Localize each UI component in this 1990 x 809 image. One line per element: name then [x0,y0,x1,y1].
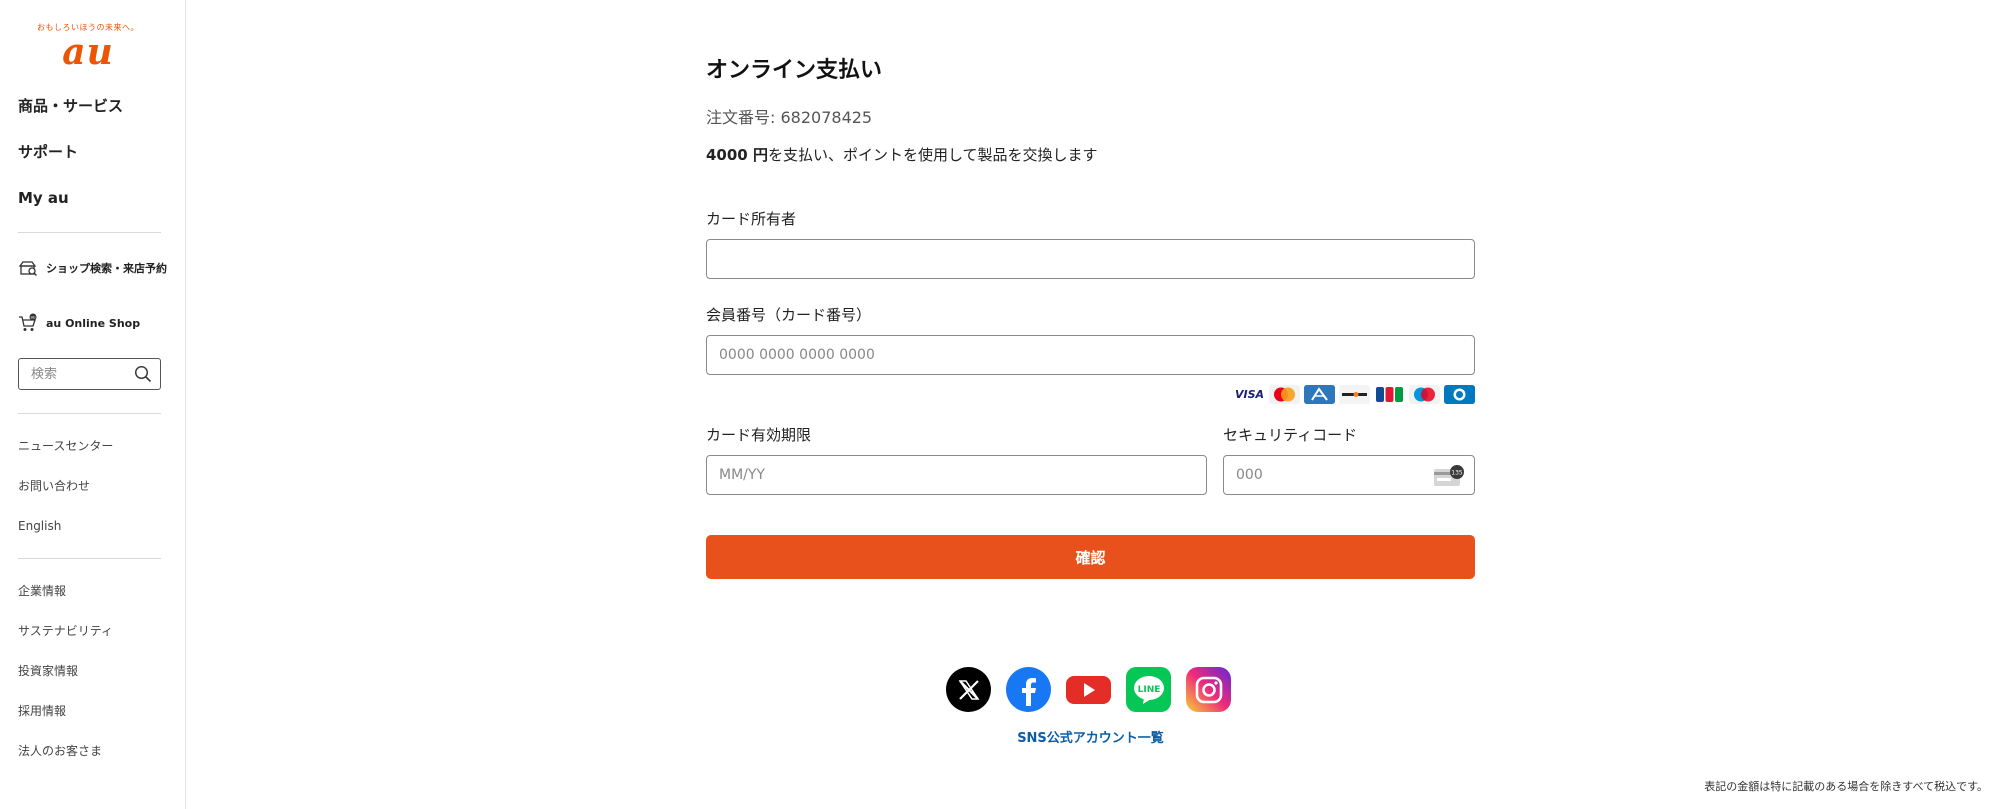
payment-amount: 4000 円 [706,146,768,164]
sidebar-divider [18,413,161,414]
nav-item-my-au[interactable]: My au [18,186,161,232]
youtube-icon[interactable] [1066,667,1111,712]
sidebar-search [18,358,161,390]
nav-item-products[interactable]: 商品・サービス [18,94,161,140]
sidebar: おもしろいほうの未来へ。 au 商品・サービス サポート My au ショップ検… [0,0,186,809]
page-title: オンライン支払い [706,58,883,83]
expiry-label: カード有効期限 [706,426,812,444]
order-number: 注文番号: 682078425 [706,104,872,128]
search-icon[interactable] [134,365,152,383]
order-label: 注文番号: [706,108,781,127]
main-nav: 商品・サービス サポート My au [18,94,161,232]
maestro-icon [1409,385,1440,404]
link-english[interactable]: English [18,518,168,558]
link-company-info[interactable]: 企業情報 [18,583,168,623]
card-holder-field [706,239,1475,279]
search-input[interactable] [31,366,129,382]
card-number-field [706,335,1475,375]
cvc-card-icon: 135 [1434,465,1464,486]
facebook-icon[interactable] [1006,667,1051,712]
shop-search-link[interactable]: ショップ検索・来店予約 [18,258,168,278]
link-business[interactable]: 法人のお客さま [18,743,168,783]
expiry-input[interactable] [707,456,1206,494]
diners-club-icon [1444,385,1475,404]
sidebar-divider [18,232,161,233]
sidebar-divider [18,558,161,559]
cvc-icon-text: 135 [1451,469,1463,476]
payment-desc-text: を支払い、ポイントを使用して製品を交換します [767,146,1098,164]
jcb-icon [1374,385,1405,404]
link-investors[interactable]: 投資家情報 [18,663,168,703]
card-holder-label: カード所有者 [706,210,797,228]
cvc-label: セキュリティコード [1223,426,1358,444]
secondary-links: ニュースセンター お問い合わせ English [18,438,168,558]
discover-icon [1339,385,1370,404]
shop-search-icon [18,261,37,276]
amex-icon [1304,385,1335,404]
corporate-links: 企業情報 サステナビリティ 投資家情報 採用情報 法人のお客さま [18,583,168,783]
confirm-button[interactable]: 確認 [706,535,1475,579]
card-number-input[interactable] [707,336,1474,374]
online-shop-link[interactable]: au au Online Shop [18,313,168,333]
payment-description: 4000 円を支払い、ポイントを使用して製品を交換します [706,144,1098,165]
logo-mark: au [62,31,114,73]
svg-text:au: au [31,315,36,320]
visa-icon: VISA [1234,385,1265,404]
cvc-field: 135 [1223,455,1475,495]
shop-search-label: ショップ検索・来店予約 [46,261,167,275]
tax-note: 表記の金額は特に記載のある場合を除きすべて税込です。 [1704,780,1988,793]
nav-item-support[interactable]: サポート [18,140,161,186]
link-news-center[interactable]: ニュースセンター [18,438,168,478]
card-holder-input[interactable] [707,240,1474,278]
line-icon[interactable]: LINE [1126,667,1171,712]
instagram-icon[interactable] [1186,667,1231,712]
order-number-value: 682078425 [780,108,873,127]
expiry-field [706,455,1207,495]
sns-icons: LINE [946,667,1246,712]
link-careers[interactable]: 採用情報 [18,703,168,743]
svg-text:LINE: LINE [1137,685,1160,695]
card-brand-logos: VISA [1230,385,1475,404]
mastercard-icon [1269,385,1300,404]
card-number-label: 会員番号（カード番号） [706,306,872,324]
au-logo[interactable]: おもしろいほうの未来へ。 au [0,22,176,70]
online-shop-label: au Online Shop [46,316,141,330]
sns-accounts-link[interactable]: SNS公式アカウント一覧 [706,727,1475,746]
cart-icon: au [19,313,37,331]
x-icon[interactable] [946,667,991,712]
link-contact[interactable]: お問い合わせ [18,478,168,518]
link-sustainability[interactable]: サステナビリティ [18,623,168,663]
